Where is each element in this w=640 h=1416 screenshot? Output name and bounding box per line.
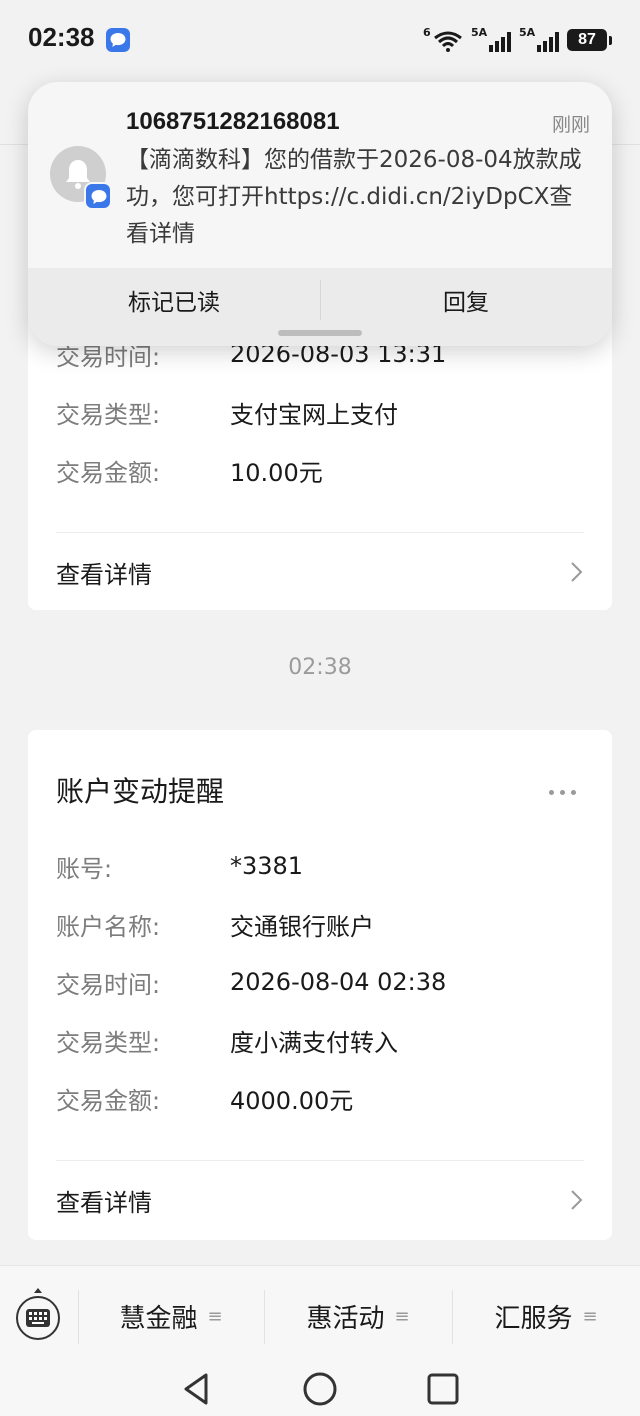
notification-time: 刚刚: [551, 114, 590, 136]
status-bar: 02:38 6 5A 5A 87: [0, 0, 640, 80]
card-divider: [56, 532, 584, 533]
menu-item-finance[interactable]: 慧金融 ≡: [78, 1266, 264, 1366]
row-value: 支付宝网上支付: [230, 400, 398, 429]
info-row: 交易类型: 支付宝网上支付: [56, 392, 398, 432]
signal-icon: 5A: [519, 26, 559, 54]
card-title: 账户变动提醒: [56, 775, 225, 808]
menu-item-label: 慧金融: [119, 1303, 198, 1334]
menu-item-label: 惠活动: [306, 1303, 385, 1334]
info-row: 账号: *3381: [56, 846, 303, 886]
menu-lines-icon: ≡: [582, 1305, 598, 1327]
reply-button[interactable]: 回复: [320, 268, 612, 332]
row-value: *3381: [230, 852, 304, 880]
chevron-right-icon: [571, 562, 583, 582]
message-app-icon: [106, 28, 130, 52]
menu-lines-icon: ≡: [207, 1305, 223, 1327]
transaction-card: 交易时间: 2026-08-03 13:31 交易类型: 支付宝网上支付 交易金…: [28, 300, 612, 610]
mark-read-button[interactable]: 标记已读: [28, 268, 320, 332]
wifi-icon: 6: [423, 26, 463, 54]
home-icon[interactable]: [302, 1371, 338, 1407]
info-row: 交易时间: 2026-08-04 02:38: [56, 962, 446, 1002]
view-details-link[interactable]: 查看详情: [56, 544, 584, 600]
drag-handle[interactable]: [278, 330, 362, 336]
system-nav-bar: [0, 1365, 640, 1416]
timestamp-separator: 02:38: [288, 655, 352, 680]
recents-icon[interactable]: [426, 1371, 460, 1407]
status-icons: 6 5A 5A 87: [423, 26, 612, 54]
row-value: 4000.00元: [230, 1086, 354, 1115]
row-value: 交通银行账户: [230, 912, 374, 941]
caret-up-icon: [34, 1288, 42, 1293]
row-label: 交易金额:: [56, 1086, 161, 1115]
row-value: 10.00元: [230, 458, 323, 487]
account-change-card: 账户变动提醒 账号: *3381 账户名称: 交通银行账户 交易时间: 2026…: [28, 730, 612, 1240]
row-label: 交易时间:: [56, 970, 161, 999]
notification-body: 【滴滴数科】您的借款于2026-08-04放款成功，您可打开https://c.…: [126, 147, 582, 247]
info-row: 交易金额: 10.00元: [56, 450, 323, 490]
menu-item-activities[interactable]: 惠活动 ≡: [264, 1266, 452, 1366]
row-label: 交易类型:: [56, 1028, 161, 1057]
row-label: 账户名称:: [56, 912, 161, 941]
view-details-link[interactable]: 查看详情: [56, 1172, 584, 1228]
info-row: 交易类型: 度小满支付转入: [56, 1020, 398, 1060]
status-time: 02:38: [28, 22, 95, 52]
menu-item-services[interactable]: 汇服务 ≡: [452, 1266, 640, 1366]
info-row: 交易金额: 4000.00元: [56, 1078, 353, 1118]
row-value: 度小满支付转入: [230, 1028, 398, 1057]
screen: 02:38 6 5A 5A 87 交易时间: 2026-08-03 13:31 …: [0, 0, 640, 1416]
card-divider: [56, 1160, 584, 1161]
more-icon[interactable]: [549, 790, 576, 795]
menu-lines-icon: ≡: [394, 1305, 410, 1327]
message-app-icon: [84, 182, 112, 210]
back-icon[interactable]: [180, 1371, 214, 1407]
battery-tip: [609, 35, 612, 45]
row-label: 交易类型:: [56, 400, 161, 429]
keyboard-icon[interactable]: [16, 1296, 60, 1340]
info-row: 账户名称: 交通银行账户: [56, 904, 374, 944]
signal-icon: 5A: [471, 26, 511, 54]
bottom-menu-bar: 慧金融 ≡ 惠活动 ≡ 汇服务 ≡: [0, 1265, 640, 1365]
row-value: 2026-08-04 02:38: [230, 968, 447, 996]
view-details-label: 查看详情: [56, 560, 152, 589]
view-details-label: 查看详情: [56, 1188, 152, 1217]
row-label: 账号:: [56, 854, 113, 883]
row-label: 交易金额:: [56, 458, 161, 487]
chevron-right-icon: [571, 1190, 583, 1210]
notification-banner[interactable]: 1068751282168081 刚刚 【滴滴数科】您的借款于2026-08-0…: [28, 82, 612, 346]
notification-sender: 1068751282168081: [126, 108, 340, 135]
battery-icon: 87: [567, 29, 607, 51]
menu-item-label: 汇服务: [494, 1303, 573, 1334]
